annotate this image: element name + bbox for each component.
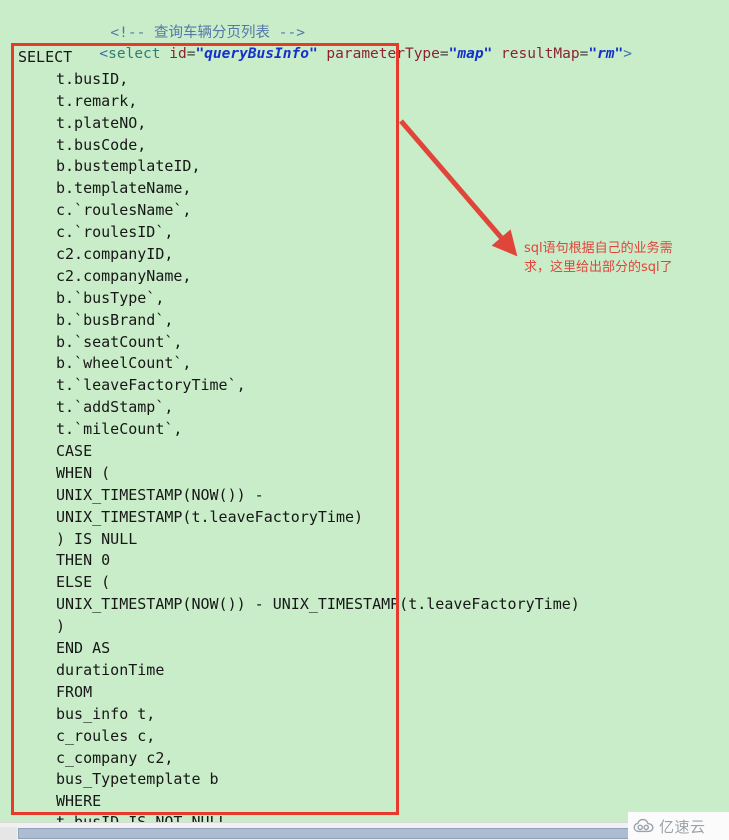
sql-line: UNIX_TIMESTAMP(NOW()) - — [56, 485, 264, 504]
sql-statement-block: SELECT t.busID, t.remark, t.plateNO, t.busCo… — [18, 47, 718, 813]
sql-line: b.`wheelCount`, — [56, 354, 192, 373]
sql-line: t.`mileCount`, — [56, 420, 183, 439]
sql-line: ) IS NULL — [56, 529, 138, 548]
sql-line: ELSE ( — [56, 573, 111, 592]
sql-line: c_roules c, — [56, 726, 156, 745]
sql-line: t.`addStamp`, — [56, 398, 174, 417]
sql-line: t.busCode, — [56, 135, 147, 154]
sql-line: THEN 0 — [56, 551, 111, 570]
scrollbar-thumb[interactable] — [18, 828, 710, 839]
sql-clipped-row: t.busID IS NOT NULL — [56, 813, 228, 822]
annotation-note-text: sql语句根据自己的业务需 求，这里给出部分的sql了 — [524, 241, 673, 275]
code-editor-pane[interactable]: <!-- 查询车辆分页列表 --> <select id="queryBusIn… — [0, 0, 729, 822]
sql-line: UNIX_TIMESTAMP(t.leaveFactoryTime) — [56, 507, 364, 526]
sql-line: WHEN ( — [56, 463, 111, 482]
sql-line: bus_info t, — [56, 704, 156, 723]
watermark: 亿速云 — [628, 812, 729, 840]
sql-line: END AS — [56, 639, 111, 658]
sql-line: b.bustemplateID, — [56, 157, 201, 176]
horizontal-scrollbar[interactable] — [0, 822, 729, 840]
sql-line: CASE — [56, 442, 93, 461]
sql-line: WHERE — [56, 792, 102, 811]
sql-line: b.`seatCount`, — [56, 332, 183, 351]
sql-line: t.`leaveFactoryTime`, — [56, 376, 246, 395]
scrollbar-left-cap[interactable] — [0, 827, 17, 840]
screenshot-root: <!-- 查询车辆分页列表 --> <select id="queryBusIn… — [0, 0, 729, 840]
sql-line: bus_Typetemplate b — [56, 770, 219, 789]
sql-line: ) — [56, 617, 66, 636]
sql-line: t.plateNO, — [56, 113, 147, 132]
sql-line: b.`busType`, — [56, 288, 165, 307]
sql-line: durationTime — [56, 660, 165, 679]
sql-line: FROM — [56, 682, 93, 701]
sql-line: c_company c2, — [56, 748, 174, 767]
sql-line: b.`busBrand`, — [56, 310, 174, 329]
cloud-icon — [633, 818, 655, 834]
sql-line: t.busID, — [56, 69, 129, 88]
watermark-text: 亿速云 — [659, 817, 706, 836]
sql-line: SELECT — [18, 48, 73, 66]
sql-line: UNIX_TIMESTAMP(NOW()) - UNIX_TIMESTAMP(t… — [56, 595, 580, 614]
sql-line: b.templateName, — [56, 179, 192, 198]
sql-line: c.`roulesName`, — [56, 201, 192, 220]
sql-line: t.remark, — [56, 91, 138, 110]
